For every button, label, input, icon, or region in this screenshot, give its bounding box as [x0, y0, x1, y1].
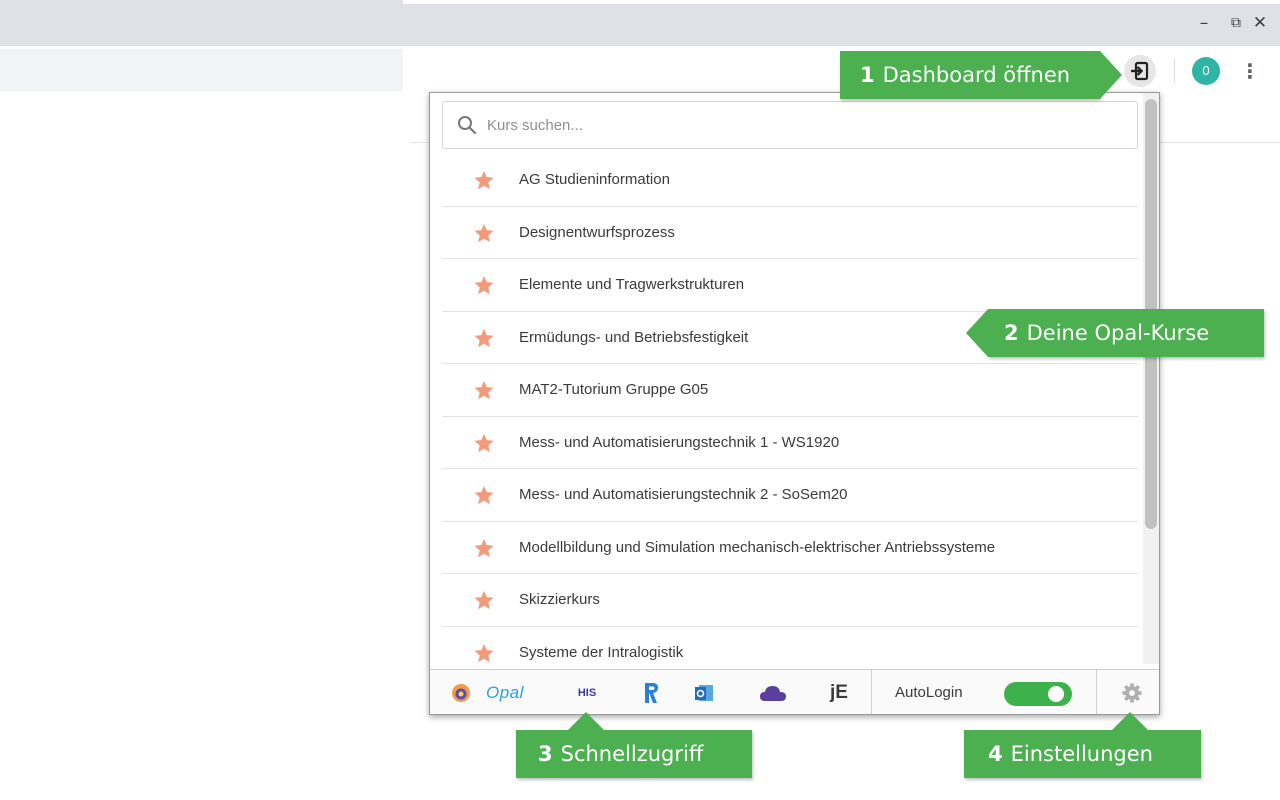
quick-link-selma[interactable] — [444, 670, 478, 714]
opal-icon: Opal — [486, 682, 524, 702]
favorite-star-icon[interactable] — [473, 484, 495, 506]
course-search-box — [442, 101, 1138, 149]
favorite-star-icon[interactable] — [473, 537, 495, 559]
callout-settings: 4 Einstellungen — [964, 712, 1201, 778]
favorite-star-icon[interactable] — [473, 222, 495, 244]
course-label: MAT2-Tutorium Gruppe G05 — [519, 381, 709, 398]
quick-link-raum[interactable] — [634, 670, 668, 714]
gear-icon[interactable] — [1121, 682, 1143, 704]
course-label: Modellbildung und Simulation mechanisch-… — [519, 538, 996, 556]
favorite-star-icon[interactable] — [473, 379, 495, 401]
favorite-star-icon[interactable] — [473, 327, 495, 349]
callout-dashboard: 1 Dashboard öffnen — [840, 51, 1122, 99]
course-search-input[interactable] — [487, 102, 1087, 148]
course-label: Designentwurfsprozess — [519, 223, 675, 241]
extension-popup: AG Studieninformation Designentwurfsproz… — [429, 92, 1160, 715]
quick-link-jexam[interactable]: jE — [822, 670, 856, 714]
course-item[interactable]: AG Studieninformation — [442, 154, 1138, 207]
close-button[interactable]: ✕ — [1240, 8, 1280, 38]
course-item[interactable]: MAT2-Tutorium Gruppe G05 — [442, 364, 1138, 417]
course-item[interactable]: Designentwurfsprozess — [442, 207, 1138, 259]
autologin-label: AutoLogin — [895, 684, 963, 701]
course-label: Systeme der Intralogistik — [519, 643, 684, 661]
course-item[interactable]: Systeme der Intralogistik — [442, 627, 1138, 665]
search-icon — [458, 116, 477, 135]
outlook-icon — [695, 684, 713, 701]
his-icon: HIS — [577, 686, 597, 699]
course-item[interactable]: Mess- und Automatisierungstechnik 1 - WS… — [442, 417, 1138, 469]
course-label: Ermüdungs- und Betriebsfestigkeit — [519, 328, 749, 346]
footer-divider — [871, 670, 872, 714]
course-label: Elemente und Tragwerkstrukturen — [519, 276, 745, 293]
extension-button[interactable] — [1124, 55, 1156, 87]
browser-menu-icon[interactable]: ⋮ — [1240, 57, 1260, 85]
callout-number: 3 — [538, 742, 553, 766]
jexam-icon: jE — [830, 681, 848, 703]
favorite-star-icon[interactable] — [473, 642, 495, 664]
profile-avatar[interactable]: 0 — [1192, 57, 1220, 85]
toolbar-separator — [1174, 59, 1175, 83]
course-label: AG Studieninformation — [519, 171, 670, 188]
course-label: Mess- und Automatisierungstechnik 1 - WS… — [519, 433, 840, 451]
callout-number: 2 — [1004, 321, 1019, 345]
course-item[interactable]: Skizzierkurs — [442, 574, 1138, 627]
footer-divider — [1096, 670, 1097, 714]
favorite-star-icon[interactable] — [473, 169, 495, 191]
callout-courses: 2 Deine Opal-Kurse — [966, 309, 1264, 357]
course-item[interactable]: Elemente und Tragwerkstrukturen — [442, 259, 1138, 312]
autologin-toggle[interactable] — [1004, 682, 1072, 706]
selma-icon — [452, 683, 470, 702]
browser-titlebar — [0, 0, 1280, 46]
quick-link-opal[interactable]: Opal — [486, 670, 544, 714]
callout-number: 1 — [860, 63, 875, 87]
cloud-icon — [760, 685, 786, 701]
active-tab-strip — [403, 0, 1280, 4]
sign-in-icon — [1131, 61, 1149, 81]
callout-text: Einstellungen — [1010, 742, 1153, 766]
address-bar[interactable] — [0, 49, 403, 91]
callout-text: Schnellzugriff — [560, 742, 704, 766]
course-list: AG Studieninformation Designentwurfsproz… — [430, 154, 1140, 664]
favorite-star-icon[interactable] — [473, 274, 495, 296]
autologin-toggle-knob — [1048, 686, 1064, 702]
course-label: Mess- und Automatisierungstechnik 2 - So… — [519, 486, 848, 503]
callout-quick-access: 3 Schnellzugriff — [516, 712, 752, 778]
popup-footer: Opal HIS jE AutoLogin — [430, 669, 1159, 714]
callout-text: Deine Opal-Kurse — [1026, 321, 1210, 345]
course-label: Skizzierkurs — [519, 591, 600, 608]
favorite-star-icon[interactable] — [473, 432, 495, 454]
favorite-star-icon[interactable] — [473, 589, 495, 611]
quick-link-cloud[interactable] — [756, 670, 790, 714]
callout-text: Dashboard öffnen — [882, 63, 1071, 87]
quick-link-his[interactable]: HIS — [570, 670, 604, 714]
quick-link-outlook[interactable] — [687, 670, 721, 714]
callout-number: 4 — [988, 742, 1003, 766]
raum-icon — [645, 682, 658, 703]
course-item[interactable]: Modellbildung und Simulation mechanisch-… — [442, 522, 1138, 574]
course-item[interactable]: Mess- und Automatisierungstechnik 2 - So… — [442, 469, 1138, 522]
